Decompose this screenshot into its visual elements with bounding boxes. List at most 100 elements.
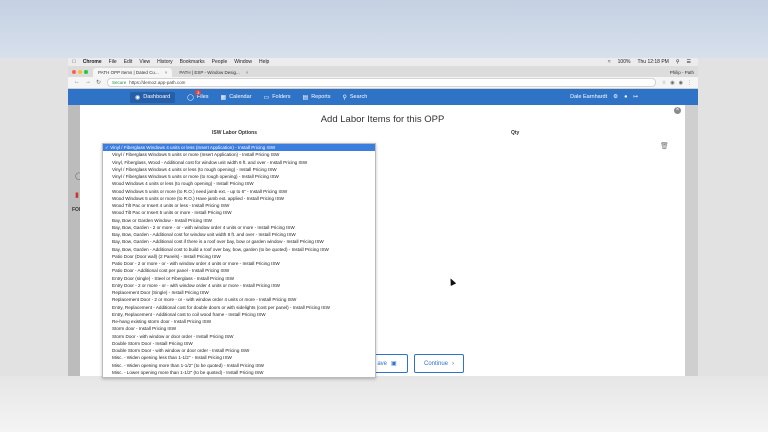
- left-sidebar: [68, 105, 80, 376]
- dropdown-option[interactable]: Patio Door - Additional cost per panel -…: [103, 267, 375, 274]
- menu-edit[interactable]: Edit: [124, 59, 133, 65]
- dropdown-option[interactable]: Wood Tilt Pac or Insert 4 units or less …: [103, 202, 375, 209]
- nav-files[interactable]: ◯ 3 Files: [187, 89, 209, 101]
- dropdown-option[interactable]: Misc. - Widen opening less than 1-1/2" -…: [103, 354, 375, 361]
- user-name[interactable]: Dale Earnhardt: [570, 94, 607, 100]
- labor-options-dropdown[interactable]: ✓ Vinyl / Fiberglass Windows 4 units or …: [102, 143, 376, 378]
- dropdown-option[interactable]: Bay, Bow, Garden - Additional cost if th…: [103, 238, 375, 245]
- menu-help[interactable]: Help: [259, 59, 269, 65]
- dropdown-option[interactable]: Wood Windows 5 units or more (to R.O.) H…: [103, 195, 375, 202]
- close-window-icon[interactable]: [72, 70, 76, 74]
- menu-people[interactable]: People: [212, 59, 228, 65]
- nav-folders[interactable]: ▭ Folders: [264, 94, 291, 101]
- forward-icon[interactable]: →: [85, 79, 91, 86]
- dropdown-option[interactable]: Storm door - Install Pricing ISW: [103, 325, 375, 332]
- browser-tab-esp[interactable]: PATH | ESP - Window Desig... ×: [174, 68, 253, 77]
- close-tab-icon[interactable]: ×: [246, 70, 249, 75]
- menu-chrome[interactable]: Chrome: [83, 59, 102, 65]
- dropdown-option[interactable]: Entry Door (single) - Steel or Fiberglas…: [103, 275, 375, 282]
- back-icon[interactable]: ←: [74, 79, 80, 86]
- wifi-icon[interactable]: ≈: [608, 59, 611, 65]
- menu-bookmarks[interactable]: Bookmarks: [180, 59, 205, 65]
- nav-label: Folders: [272, 94, 291, 100]
- dropdown-option[interactable]: Vinyl, Fiberglass, Wood - Additional cos…: [103, 159, 375, 166]
- modal-title: Add Labor Items for this OPP: [320, 114, 445, 125]
- help-icon[interactable]: ●: [624, 94, 627, 100]
- dropdown-option[interactable]: Wood Windows 4 units or less (to rough o…: [103, 180, 375, 187]
- macos-menubar:  Chrome File Edit View History Bookmark…: [68, 58, 698, 66]
- dropdown-option[interactable]: Double Storm Door - Install Pricing ISW: [103, 340, 375, 347]
- continue-label: Continue: [423, 360, 449, 367]
- chevron-right-icon: ›: [452, 360, 455, 367]
- video-frame-left: [0, 58, 68, 376]
- gear-icon[interactable]: ⚙: [613, 94, 618, 100]
- nav-reports[interactable]: ▤ Reports: [303, 94, 331, 101]
- dropdown-option[interactable]: Wood Windows 5 units or more (to R.O.) n…: [103, 188, 375, 195]
- option-label: Vinyl / Fiberglass Windows 4 units or le…: [110, 145, 276, 150]
- nav-label: Files: [196, 94, 209, 100]
- dropdown-option[interactable]: Vinyl / Fiberglass Windows 4 units or le…: [103, 166, 375, 173]
- address-bar[interactable]: Secure https://demo2.app-path.com: [107, 78, 656, 87]
- files-icon: ◯: [187, 94, 194, 101]
- notification-icon[interactable]: ☰: [687, 59, 691, 65]
- dashboard-icon: ◉: [135, 94, 141, 101]
- continue-button[interactable]: Continue ›: [414, 354, 464, 373]
- trash-icon[interactable]: 🗑: [660, 142, 669, 150]
- close-icon[interactable]: ×: [674, 107, 681, 114]
- url-text: https://demo2.app-path.com: [129, 80, 186, 85]
- extension-icon[interactable]: ◉: [670, 80, 674, 86]
- browser-profile[interactable]: Philip - Path: [670, 70, 698, 77]
- dropdown-option[interactable]: Bay, Bow, Garden - Additional cost for w…: [103, 231, 375, 238]
- nav-search[interactable]: ⚲ Search: [342, 94, 367, 101]
- dropdown-option[interactable]: Vinyl / Fiberglass Windows 5 units or mo…: [103, 173, 375, 180]
- extension-icon[interactable]: ◉: [679, 80, 683, 86]
- clock[interactable]: Thu 12:18 PM: [637, 59, 668, 65]
- dropdown-option[interactable]: Misc. - Widen opening more than 1-1/2" (…: [103, 362, 375, 369]
- menu-file[interactable]: File: [109, 59, 117, 65]
- secure-label: Secure: [112, 80, 127, 85]
- calendar-icon: ▦: [220, 94, 227, 101]
- dropdown-option[interactable]: Bay, Bow, Garden - 2 or more - or - with…: [103, 224, 375, 231]
- dropdown-option[interactable]: Storm Door - with window or door order -…: [103, 333, 375, 340]
- bookmark-star-icon[interactable]: ☆: [662, 80, 666, 86]
- column-header-qty: Qty: [511, 130, 520, 136]
- menu-view[interactable]: View: [139, 59, 150, 65]
- minimize-window-icon[interactable]: [78, 70, 82, 74]
- dropdown-option[interactable]: Entry, Replacement - Additional cost to …: [103, 311, 375, 318]
- save-label: ave: [377, 360, 387, 367]
- dropdown-option[interactable]: Misc. - Lower opening more than 1-1/2" (…: [103, 369, 375, 376]
- bookmark-icon: ▮: [75, 192, 79, 199]
- dropdown-option[interactable]: Vinyl / Fiberglass Windows 5 units or mo…: [103, 151, 375, 158]
- nav-dashboard[interactable]: ◉ Dashboard: [130, 91, 176, 103]
- reload-icon[interactable]: ↻: [96, 79, 101, 86]
- close-tab-icon[interactable]: ×: [165, 70, 168, 75]
- dropdown-option[interactable]: Replacement Door (Single) - Install Pric…: [103, 289, 375, 296]
- dropdown-option[interactable]: Patio Door - 2 or more - or - with windo…: [103, 260, 375, 267]
- floppy-icon: ▣: [391, 361, 397, 367]
- logout-icon[interactable]: ↦: [633, 94, 638, 100]
- video-frame-top: [0, 0, 768, 58]
- dropdown-option-selected[interactable]: ✓ Vinyl / Fiberglass Windows 4 units or …: [103, 144, 375, 152]
- dropdown-option[interactable]: Bay, Bow, Garden - Additional cost to bu…: [103, 246, 375, 253]
- spotlight-icon[interactable]: ⚲: [676, 59, 680, 65]
- maximize-window-icon[interactable]: [84, 70, 88, 74]
- window-controls: [72, 70, 88, 74]
- dropdown-option[interactable]: Double Storm Door - with window or door …: [103, 347, 375, 354]
- nav-label: Search: [349, 94, 368, 100]
- dropdown-option[interactable]: Patio Door (Door wall) (2 Panels) - Inst…: [103, 253, 375, 260]
- dropdown-option[interactable]: Re-hang existing storm door - Install Pr…: [103, 318, 375, 325]
- dropdown-option[interactable]: Replacement Door - 2 or more - or - with…: [103, 296, 375, 303]
- menu-window[interactable]: Window: [234, 59, 252, 65]
- nav-label: Dashboard: [143, 94, 171, 100]
- dropdown-option[interactable]: Entry Door - 2 or more - or - with windo…: [103, 282, 375, 289]
- browser-tab-opp-items[interactable]: PATH OPP Items | Dated Cu... ×: [93, 68, 173, 77]
- browser-tabstrip: PATH OPP Items | Dated Cu... × PATH | ES…: [68, 66, 698, 77]
- menu-dots-icon[interactable]: ⋮: [687, 80, 692, 86]
- dropdown-option[interactable]: Bay, Bow or Garden Window - Install Pric…: [103, 217, 375, 224]
- menu-history[interactable]: History: [157, 59, 173, 65]
- dropdown-option[interactable]: Entry, Replacement - Additional cost for…: [103, 304, 375, 311]
- dropdown-option[interactable]: Wood Tilt Pac or Insert 5 units or more …: [103, 209, 375, 216]
- nav-calendar[interactable]: ▦ Calendar: [221, 94, 252, 101]
- tab-title: PATH OPP Items | Dated Cu...: [98, 70, 159, 75]
- apple-icon[interactable]: : [72, 59, 76, 65]
